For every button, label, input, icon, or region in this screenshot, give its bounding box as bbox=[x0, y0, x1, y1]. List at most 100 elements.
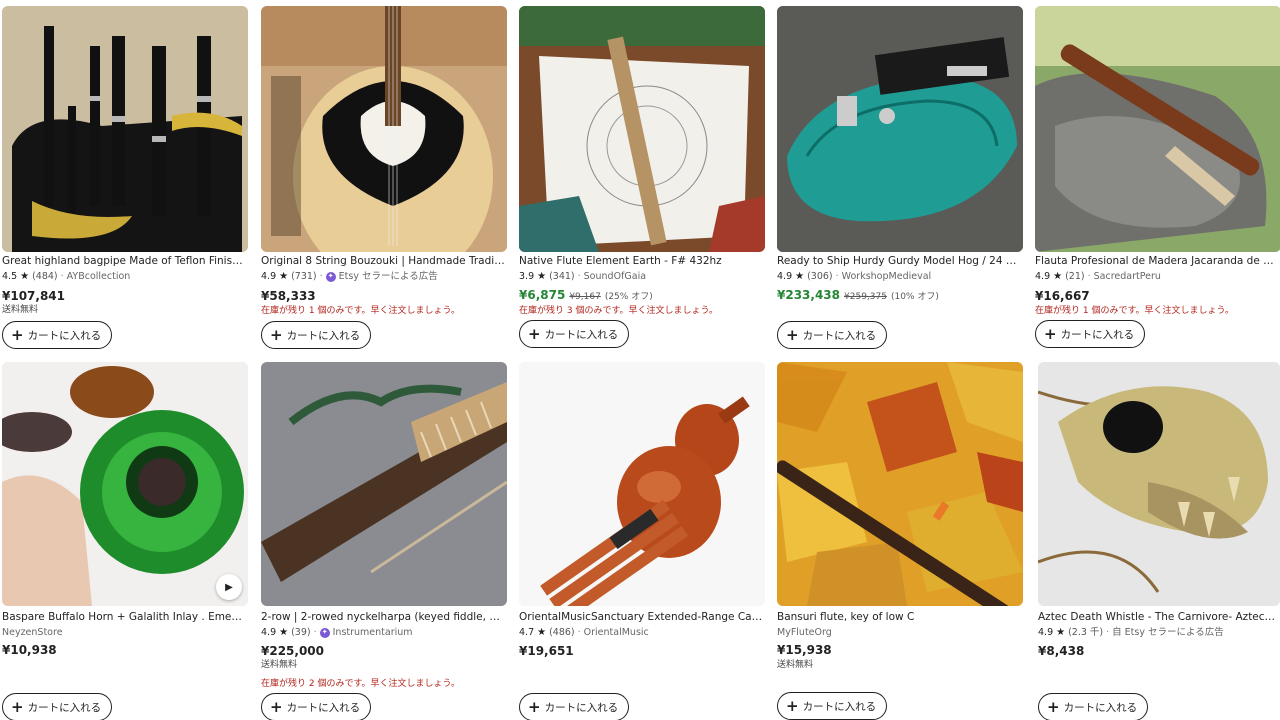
star-icon: ★ bbox=[537, 627, 547, 638]
add-to-cart-label: カートに入れる bbox=[27, 701, 102, 714]
free-shipping-label: 送料無料 bbox=[2, 305, 39, 315]
product-meta: 4.9 ★ (306) · WorkshopMedieval bbox=[777, 270, 1021, 283]
product-meta: MyFluteOrg bbox=[777, 626, 1021, 639]
shop-name[interactable]: OrientalMusic bbox=[584, 626, 649, 639]
sale-price: ¥6,875 bbox=[519, 288, 566, 302]
price: ¥16,667 bbox=[1035, 289, 1090, 303]
product-card[interactable]: Bansuri flute, key of low C MyFluteOrg ¥… bbox=[777, 362, 1023, 720]
shop-name[interactable]: SacredartPeru bbox=[1094, 270, 1161, 283]
add-to-cart-label: カートに入れる bbox=[544, 701, 619, 714]
add-to-cart-button[interactable]: + カートに入れる bbox=[777, 692, 888, 720]
star-icon: ★ bbox=[795, 271, 805, 282]
add-to-cart-button[interactable]: + カートに入れる bbox=[1038, 693, 1149, 720]
price: ¥58,333 bbox=[261, 289, 316, 303]
product-title[interactable]: Baspare Buffalo Horn + Galalith Inlay . … bbox=[2, 610, 246, 624]
product-image-native-flute[interactable] bbox=[519, 6, 765, 252]
product-title[interactable]: Flauta Profesional de Madera Jacaranda d… bbox=[1035, 254, 1279, 268]
review-count: (2.3 千) bbox=[1068, 627, 1104, 638]
product-card[interactable]: Native Flute Element Earth - F# 432hz 3.… bbox=[519, 6, 765, 356]
product-title[interactable]: OrientalMusicSanctuary Extended-Range Ca… bbox=[519, 610, 763, 624]
rating-value: 4.9 bbox=[777, 271, 793, 282]
shop-name[interactable]: 自 Etsy セラーによる広告 bbox=[1112, 626, 1224, 639]
shop-name[interactable]: Instrumentarium bbox=[333, 626, 413, 639]
price-row: ¥15,938 bbox=[777, 642, 1021, 658]
product-card[interactable]: Ready to Ship Hurdy Gurdy Model Hog / 24… bbox=[777, 6, 1023, 356]
review-count: (21) bbox=[1065, 271, 1085, 282]
shop-name[interactable]: AYBcollection bbox=[67, 270, 131, 283]
add-to-cart-button[interactable]: + カートに入れる bbox=[2, 321, 113, 349]
product-title[interactable]: Bansuri flute, key of low C bbox=[777, 610, 1021, 624]
separator-dot: · bbox=[60, 271, 64, 282]
product-title[interactable]: Ready to Ship Hurdy Gurdy Model Hog / 24… bbox=[777, 254, 1021, 268]
free-shipping-label: 送料無料 bbox=[777, 660, 814, 670]
free-shipping-label: 送料無料 bbox=[261, 660, 298, 670]
add-to-cart-button[interactable]: + カートに入れる bbox=[777, 321, 888, 349]
separator-dot: · bbox=[1106, 627, 1110, 638]
rating-value: 4.7 bbox=[519, 627, 535, 638]
original-price: ¥9,167 bbox=[569, 292, 601, 302]
plus-icon: + bbox=[1047, 697, 1060, 716]
product-meta: 4.7 ★ (486) · OrientalMusic bbox=[519, 626, 763, 639]
product-title[interactable]: Native Flute Element Earth - F# 432hz bbox=[519, 254, 763, 268]
price-row: ¥16,667 bbox=[1035, 288, 1279, 304]
price-row: ¥8,438 bbox=[1038, 643, 1280, 659]
product-card[interactable]: Great highland bagpipe Made of Teflon Fi… bbox=[2, 6, 248, 356]
add-to-cart-label: カートに入れる bbox=[1060, 328, 1135, 341]
product-title[interactable]: Aztec Death Whistle - The Carnivore- Azt… bbox=[1038, 610, 1278, 624]
product-card[interactable]: Aztec Death Whistle - The Carnivore- Azt… bbox=[1038, 362, 1280, 720]
add-to-cart-button[interactable]: + カートに入れる bbox=[519, 693, 630, 720]
product-card[interactable]: Original 8 String Bouzouki | Handmade Tr… bbox=[261, 6, 507, 356]
product-image-baspare[interactable]: ▶ bbox=[2, 362, 248, 606]
rating-value: 4.9 bbox=[1035, 271, 1051, 282]
product-card[interactable]: 2-row | 2-rowed nyckelharpa (keyed fiddl… bbox=[261, 362, 507, 720]
shop-name[interactable]: WorkshopMedieval bbox=[842, 270, 932, 283]
review-count: (341) bbox=[549, 271, 575, 282]
separator-dot: · bbox=[1087, 271, 1091, 282]
low-stock-warning: 在庫が残り 1 個のみです。早く注文しましょう。 bbox=[1035, 306, 1235, 316]
star-icon: ★ bbox=[279, 271, 289, 282]
price-row: ¥233,438 ¥259,375 (10% オフ) bbox=[777, 287, 1021, 305]
product-title[interactable]: Original 8 String Bouzouki | Handmade Tr… bbox=[261, 254, 505, 268]
add-to-cart-button[interactable]: + カートに入れる bbox=[261, 693, 372, 720]
product-image-hurdy-gurdy[interactable] bbox=[777, 6, 1023, 252]
product-image-hulusi[interactable] bbox=[519, 362, 765, 606]
plus-icon: + bbox=[786, 325, 799, 344]
add-to-cart-button[interactable]: + カートに入れる bbox=[2, 693, 113, 720]
product-meta: 4.9 ★ (21) · SacredartPeru bbox=[1035, 270, 1279, 283]
product-meta: 4.9 ★ (731) · ✦ Etsy セラーによる広告 bbox=[261, 270, 505, 283]
product-image-nyckelharpa[interactable] bbox=[261, 362, 507, 606]
plus-icon: + bbox=[528, 697, 541, 716]
add-to-cart-button[interactable]: + カートに入れる bbox=[1035, 320, 1146, 348]
shop-name[interactable]: SoundOfGaia bbox=[584, 270, 646, 283]
product-image-bansuri[interactable] bbox=[777, 362, 1023, 606]
add-to-cart-button[interactable]: + カートに入れる bbox=[261, 321, 372, 349]
review-count: (306) bbox=[807, 271, 833, 282]
shop-name[interactable]: MyFluteOrg bbox=[777, 626, 832, 639]
etsy-seller-badge-icon: ✦ bbox=[325, 271, 336, 282]
add-to-cart-label: カートに入れる bbox=[27, 329, 102, 342]
shop-name[interactable]: NeyzenStore bbox=[2, 626, 63, 639]
product-card[interactable]: ▶ Baspare Buffalo Horn + Galalith Inlay … bbox=[2, 362, 248, 720]
rating-value: 3.9 bbox=[519, 271, 535, 282]
product-image-bouzouki[interactable] bbox=[261, 6, 507, 252]
product-title[interactable]: Great highland bagpipe Made of Teflon Fi… bbox=[2, 254, 246, 268]
discount-label: (10% オフ) bbox=[890, 292, 939, 302]
product-card[interactable]: Flauta Profesional de Madera Jacaranda d… bbox=[1035, 6, 1280, 356]
play-icon[interactable]: ▶ bbox=[216, 574, 242, 600]
price: ¥15,938 bbox=[777, 643, 832, 657]
shop-name[interactable]: Etsy セラーによる広告 bbox=[339, 270, 438, 283]
product-image-death-whistle[interactable] bbox=[1038, 362, 1280, 606]
product-title[interactable]: 2-row | 2-rowed nyckelharpa (keyed fiddl… bbox=[261, 610, 505, 624]
add-to-cart-label: カートに入れる bbox=[544, 328, 619, 341]
product-image-wooden-flute[interactable] bbox=[1035, 6, 1280, 252]
low-stock-warning: 在庫が残り 1 個のみです。早く注文しましょう。 bbox=[261, 306, 461, 316]
add-to-cart-label: カートに入れる bbox=[286, 329, 361, 342]
product-image-bagpipe[interactable] bbox=[2, 6, 248, 252]
review-count: (39) bbox=[291, 627, 311, 638]
price: ¥107,841 bbox=[2, 289, 66, 303]
product-card[interactable]: OrientalMusicSanctuary Extended-Range Ca… bbox=[519, 362, 765, 720]
review-count: (731) bbox=[291, 271, 317, 282]
price: ¥19,651 bbox=[519, 644, 574, 658]
product-meta: NeyzenStore bbox=[2, 626, 246, 639]
add-to-cart-button[interactable]: + カートに入れる bbox=[519, 320, 630, 348]
